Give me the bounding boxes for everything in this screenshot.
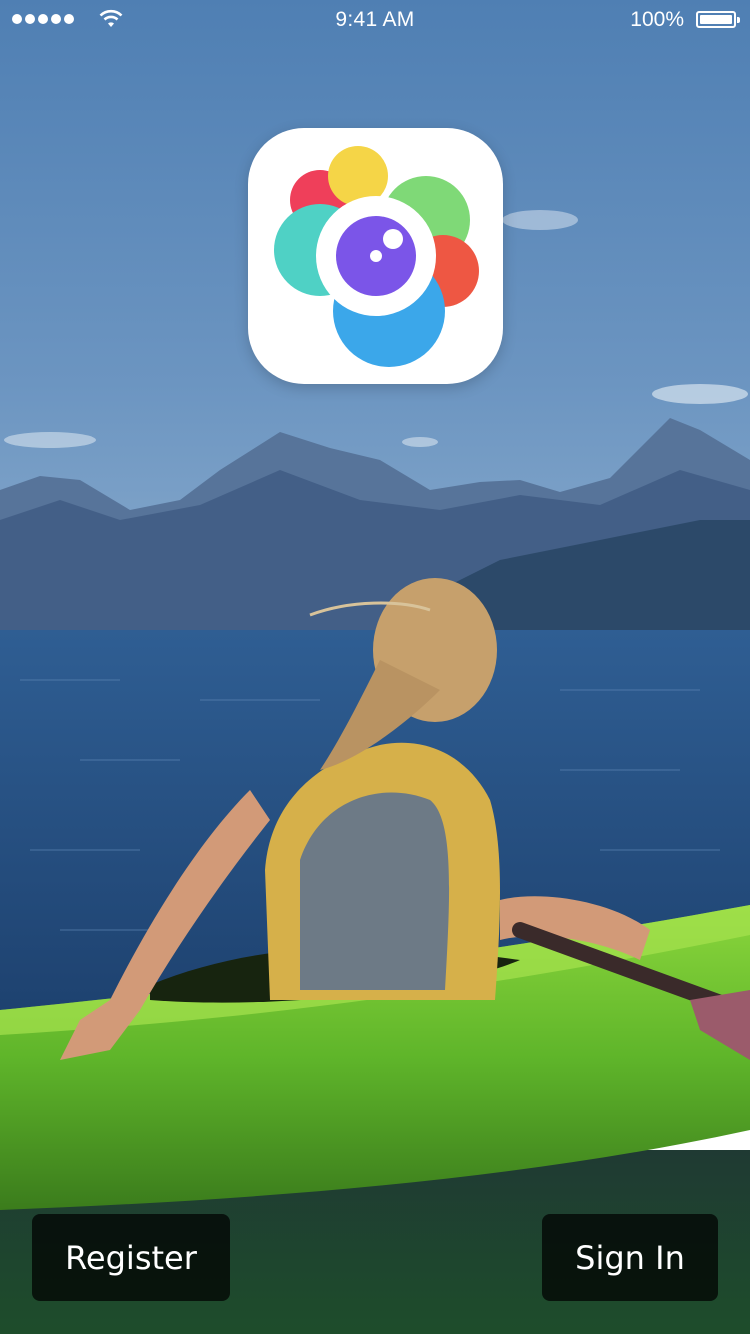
sign-in-button[interactable]: Sign In <box>542 1214 718 1301</box>
flower-camera-logo-icon <box>274 146 479 367</box>
welcome-screen: 9:41 AM 100% Register Sign In <box>0 0 750 1334</box>
battery-percentage: 100% <box>630 8 684 31</box>
battery-icon <box>696 11 740 28</box>
status-bar: 9:41 AM 100% <box>0 0 750 40</box>
register-button[interactable]: Register <box>32 1214 230 1301</box>
app-logo <box>248 128 503 384</box>
